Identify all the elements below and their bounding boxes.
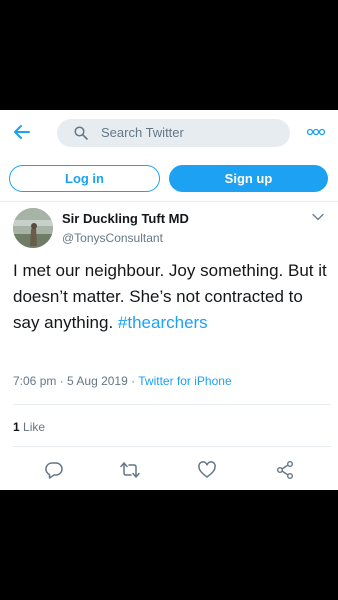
like-number: 1 bbox=[13, 420, 20, 434]
share-icon[interactable] bbox=[275, 460, 295, 480]
like-count[interactable]: 1 Like bbox=[13, 420, 45, 434]
divider bbox=[13, 404, 331, 405]
reply-icon[interactable] bbox=[44, 460, 64, 480]
more-dots-icon[interactable] bbox=[306, 126, 326, 138]
divider bbox=[0, 201, 338, 202]
avatar[interactable] bbox=[13, 208, 53, 248]
author-name[interactable]: Sir Duckling Tuft MD bbox=[62, 211, 189, 226]
arrow-left-icon[interactable] bbox=[12, 122, 32, 142]
top-bar: Search Twitter bbox=[0, 110, 338, 155]
tweet-page: Search Twitter Log in Sign up Sir Duckli… bbox=[0, 110, 338, 490]
tweet-text: I met our neighbour. Joy something. But … bbox=[13, 258, 331, 336]
search-placeholder: Search Twitter bbox=[101, 125, 184, 140]
search-icon bbox=[74, 126, 88, 140]
search-input[interactable]: Search Twitter bbox=[57, 119, 290, 147]
like-icon[interactable] bbox=[197, 460, 217, 480]
signup-button[interactable]: Sign up bbox=[169, 165, 328, 192]
auth-buttons: Log in Sign up bbox=[0, 165, 338, 195]
tweet-time: 7:06 pm bbox=[13, 374, 57, 388]
divider bbox=[13, 446, 331, 447]
tweet-meta: 7:06 pm · 5 Aug 2019 · Twitter for iPhon… bbox=[13, 374, 232, 388]
login-button[interactable]: Log in bbox=[9, 165, 160, 192]
like-label: Like bbox=[23, 420, 46, 434]
author-handle[interactable]: @TonysConsultant bbox=[62, 231, 163, 245]
meta-separator: · bbox=[59, 374, 68, 388]
tweet-source[interactable]: Twitter for iPhone bbox=[138, 374, 231, 388]
hashtag-link[interactable]: #thearchers bbox=[118, 313, 208, 332]
avatar-image bbox=[13, 208, 53, 248]
tweet-date: 5 Aug 2019 bbox=[67, 374, 128, 388]
retweet-icon[interactable] bbox=[120, 460, 140, 480]
chevron-down-icon[interactable] bbox=[312, 213, 324, 221]
tweet-actions bbox=[0, 460, 338, 480]
